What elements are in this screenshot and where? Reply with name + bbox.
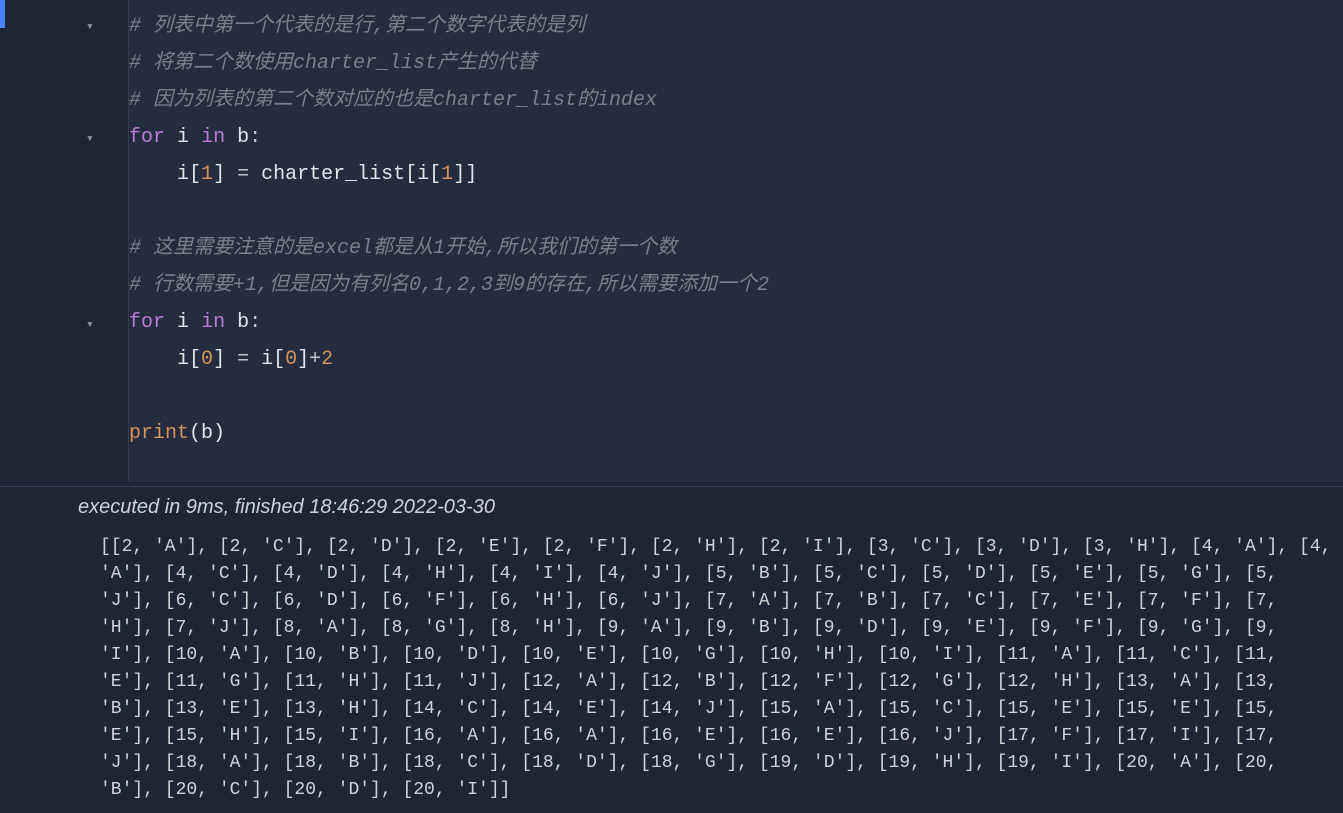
operator: + xyxy=(309,348,321,371)
identifier: b xyxy=(201,422,213,445)
builtin-print: print xyxy=(129,422,189,445)
code-cell: ▾ ▾ ▾ # 列表中第一个代表的是行,第二个数字代表的是列 # 将第二个数使用… xyxy=(0,0,1343,482)
identifier: i xyxy=(177,126,189,149)
colon: : xyxy=(249,311,261,334)
bracket: ] xyxy=(297,348,309,371)
number: 1 xyxy=(201,163,213,186)
operator: = xyxy=(225,348,261,371)
fold-arrow-icon[interactable]: ▾ xyxy=(86,18,94,37)
code-comment: # 因为列表的第二个数对应的也是charter_list的index xyxy=(129,89,657,112)
code-editor[interactable]: # 列表中第一个代表的是行,第二个数字代表的是列 # 将第二个数使用charte… xyxy=(128,0,1343,482)
identifier: b xyxy=(237,126,249,149)
number: 1 xyxy=(441,163,453,186)
output-area: executed in 9ms, finished 18:46:29 2022-… xyxy=(0,482,1343,804)
keyword-for: for xyxy=(129,311,165,334)
code-comment: # 行数需要+1,但是因为有列名0,1,2,3到9的存在,所以需要添加一个2 xyxy=(129,274,769,297)
code-comment: # 列表中第一个代表的是行,第二个数字代表的是列 xyxy=(129,15,585,38)
number: 0 xyxy=(201,348,213,371)
bracket: ] xyxy=(465,163,477,186)
run-indicator[interactable] xyxy=(0,0,5,28)
operator: = xyxy=(225,163,261,186)
code-comment: # 将第二个数使用charter_list产生的代替 xyxy=(129,52,537,75)
bracket: ] xyxy=(453,163,465,186)
bracket: [ xyxy=(273,348,285,371)
execution-status: executed in 9ms, finished 18:46:29 2022-… xyxy=(0,486,1343,534)
keyword-in: in xyxy=(201,311,225,334)
bracket: ] xyxy=(213,163,225,186)
identifier: i xyxy=(261,348,273,371)
colon: : xyxy=(249,126,261,149)
identifier: charter_list xyxy=(261,163,405,186)
paren: ( xyxy=(189,422,201,445)
paren: ) xyxy=(213,422,225,445)
bracket: [ xyxy=(429,163,441,186)
fold-arrow-icon[interactable]: ▾ xyxy=(86,130,94,149)
bracket: [ xyxy=(405,163,417,186)
stdout-text: [[2, 'A'], [2, 'C'], [2, 'D'], [2, 'E'],… xyxy=(0,534,1343,804)
bracket: [ xyxy=(189,348,201,371)
number: 2 xyxy=(321,348,333,371)
identifier: b xyxy=(237,311,249,334)
bracket: [ xyxy=(189,163,201,186)
number: 0 xyxy=(285,348,297,371)
code-comment: # 这里需要注意的是excel都是从1开始,所以我们的第一个数 xyxy=(129,237,677,260)
keyword-for: for xyxy=(129,126,165,149)
fold-arrow-icon[interactable]: ▾ xyxy=(86,316,94,335)
code-content[interactable]: # 列表中第一个代表的是行,第二个数字代表的是列 # 将第二个数使用charte… xyxy=(129,0,1343,468)
bracket: ] xyxy=(213,348,225,371)
identifier: i xyxy=(177,163,189,186)
keyword-in: in xyxy=(201,126,225,149)
cell-gutter: ▾ ▾ ▾ xyxy=(0,0,128,482)
identifier: i xyxy=(417,163,429,186)
identifier: i xyxy=(177,311,189,334)
identifier: i xyxy=(177,348,189,371)
